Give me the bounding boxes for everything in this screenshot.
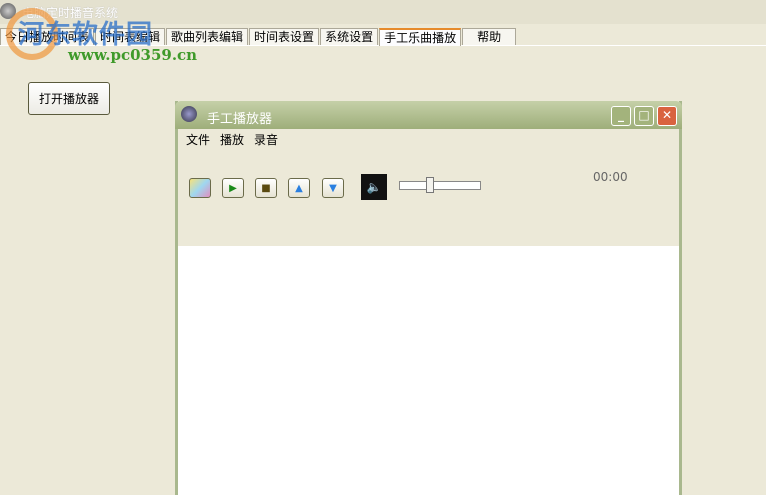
pause-button[interactable]: ■ [255, 178, 277, 198]
watermark-url: www.pc0359.cn [68, 46, 198, 64]
tab-schedule-settings[interactable]: 时间表设置 [249, 28, 320, 45]
player-title-bar[interactable]: 手工播放器 _ □ ✕ [175, 101, 682, 129]
menu-play[interactable]: 播放 [220, 131, 244, 148]
speaker-icon[interactable]: 🔈 [361, 174, 387, 200]
minimize-button[interactable]: _ [611, 106, 631, 126]
open-player-button[interactable]: 打开播放器 [28, 82, 110, 115]
music-icon [181, 106, 197, 122]
next-button[interactable]: ▼ [322, 178, 344, 198]
menu-file[interactable]: 文件 [186, 131, 210, 148]
tab-help[interactable]: 帮助 [462, 28, 517, 45]
menu-record[interactable]: 录音 [254, 131, 278, 148]
maximize-button[interactable]: □ [634, 106, 654, 126]
previous-button[interactable]: ▲ [288, 178, 310, 198]
volume-slider[interactable] [399, 177, 481, 193]
time-display: 00:00 [593, 170, 628, 184]
playlist-icon[interactable] [189, 178, 211, 198]
tab-manual-play[interactable]: 手工乐曲播放 [379, 28, 462, 46]
tab-song-list-edit[interactable]: 歌曲列表编辑 [166, 28, 249, 45]
player-menu-bar: 文件 播放 录音 [186, 131, 278, 148]
volume-slider-thumb[interactable] [425, 177, 434, 193]
tab-system-settings[interactable]: 系统设置 [320, 28, 379, 45]
play-button[interactable]: ▶ [222, 178, 244, 198]
player-title: 手工播放器 [207, 112, 273, 127]
playlist-area[interactable] [178, 246, 679, 495]
close-button[interactable]: ✕ [657, 106, 677, 126]
